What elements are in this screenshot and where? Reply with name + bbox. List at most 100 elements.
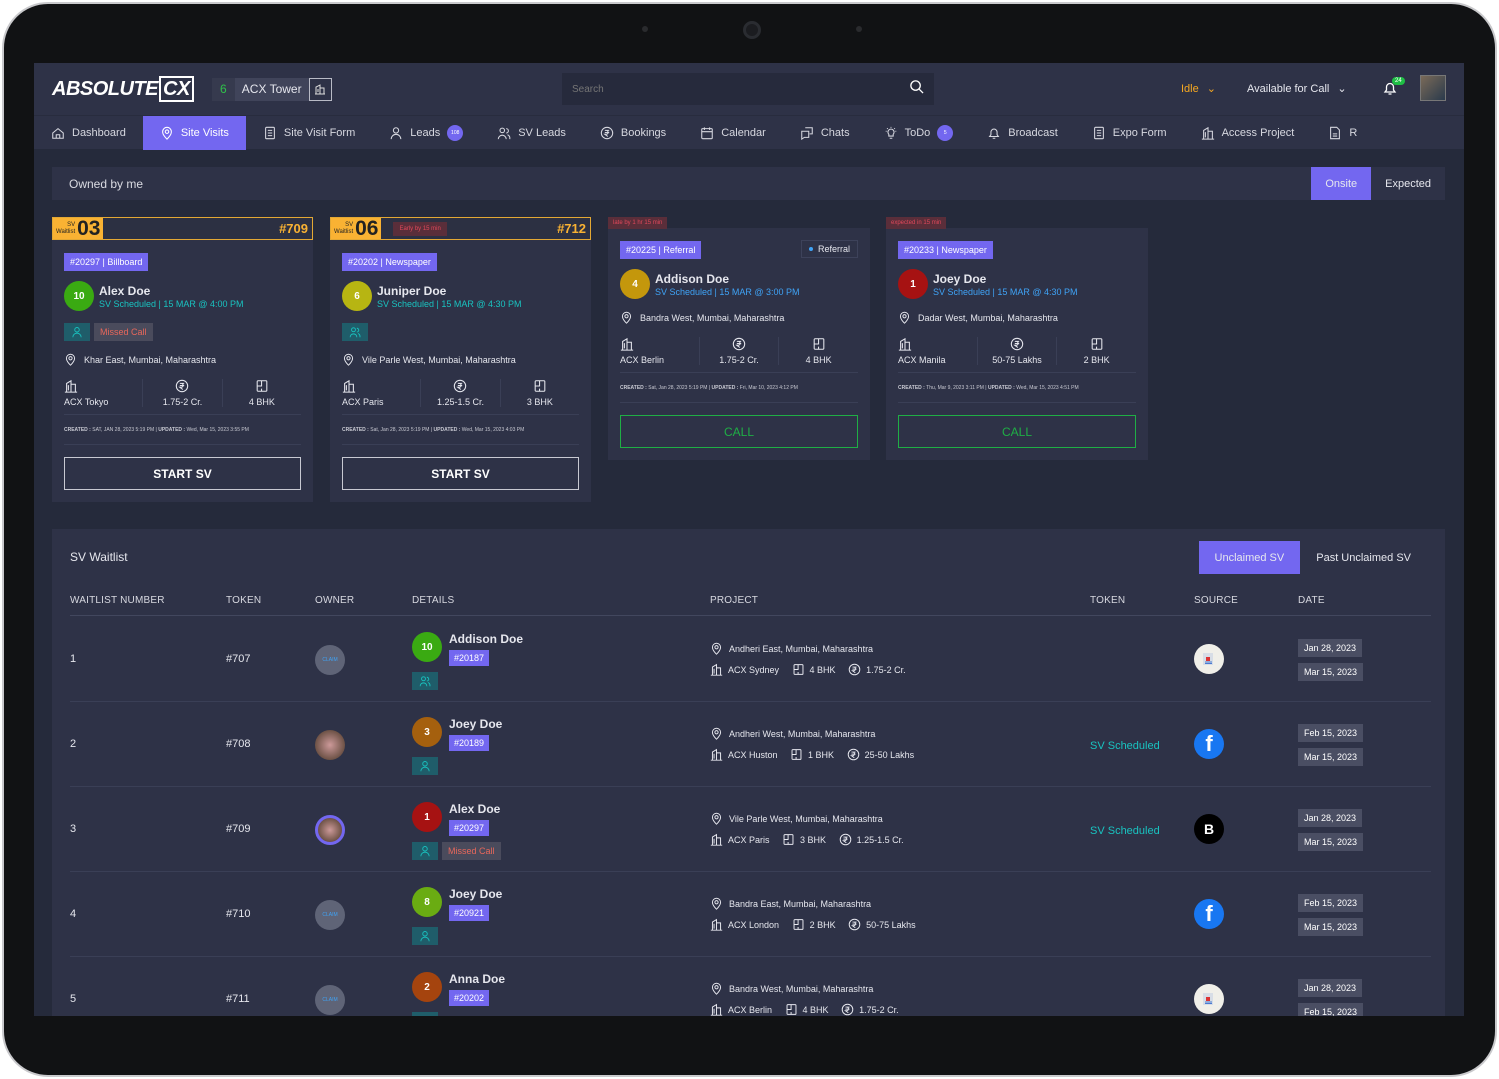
nav-leads[interactable]: Leads 108 <box>372 116 480 150</box>
search-icon[interactable] <box>909 79 924 99</box>
table-row[interactable]: 3 #709 1 Alex Doe #20297 Missed Call Vile Parl… <box>70 787 1431 872</box>
table-row[interactable]: 4 #710 CLAIM 8 Joey Doe #20921 Bandra East, Mu… <box>70 872 1431 957</box>
lead-type-chip <box>412 842 438 860</box>
rupee-icon <box>847 748 860 761</box>
table-row[interactable]: 2 #708 3 Joey Doe #20189 Andheri West, Mumbai… <box>70 702 1431 787</box>
tab-onsite[interactable]: Onsite <box>1311 167 1372 200</box>
lead-id-tag: #20202 <box>449 990 490 1006</box>
rupee-icon <box>848 918 861 931</box>
lead-name[interactable]: Joey Doe <box>449 717 502 731</box>
lead-id-tag: #20921 <box>449 905 490 921</box>
budget: 50-75 Lakhs <box>992 355 1042 365</box>
nav-r[interactable]: R <box>1311 116 1374 150</box>
nav-calendar[interactable]: Calendar <box>683 116 783 150</box>
logo[interactable]: ABSOLUTE CX <box>52 75 194 102</box>
building-icon[interactable] <box>308 77 332 101</box>
floorplan-icon <box>1090 337 1104 351</box>
location-pin-icon <box>160 126 174 140</box>
tab-expected[interactable]: Expected <box>1371 167 1445 200</box>
location-text: Vile Parle West, Mumbai, Maharashtra <box>729 813 883 824</box>
timestamps: CREATED : Thu, Mar 9, 2023 3:11 PM | UPD… <box>898 385 1136 403</box>
project-selector[interactable]: 6 ACX Tower <box>211 77 332 101</box>
building-icon <box>710 918 723 931</box>
col-source: SOURCE <box>1194 595 1238 606</box>
location-pin-icon <box>710 727 723 740</box>
nav-label: Access Project <box>1221 126 1295 139</box>
nav-expo-form[interactable]: Expo Form <box>1075 116 1184 150</box>
created-date: Jan 28, 2023 <box>1298 979 1363 997</box>
notifications-button[interactable]: 24 <box>1382 77 1405 100</box>
rupee-icon <box>848 663 861 676</box>
start-sv-button[interactable]: START SV <box>64 457 301 490</box>
file-icon <box>1328 126 1342 140</box>
lead-name[interactable]: Alex Doe <box>449 802 500 816</box>
configuration: 4 BHK <box>248 397 275 407</box>
lead-name[interactable]: Joey Doe <box>933 272 1078 286</box>
call-availability-dropdown[interactable]: Available for Call ⌄ <box>1247 82 1347 96</box>
owner-avatar <box>315 815 345 845</box>
rupee-icon <box>453 379 467 393</box>
rupee-icon <box>600 126 614 140</box>
location-pin-icon <box>710 982 723 995</box>
agent-status-label: Idle <box>1181 82 1199 95</box>
nav-broadcast[interactable]: Broadcast <box>970 116 1075 150</box>
building-icon <box>64 379 78 393</box>
nav-access-project[interactable]: Access Project <box>1184 116 1312 150</box>
card-header: SV Waitlist 03 #709 <box>52 217 313 240</box>
table-row[interactable]: 1 #707 CLAIM 10 Addison Doe #20187 Andheri Eas… <box>70 617 1431 702</box>
user-avatar[interactable] <box>1420 75 1446 101</box>
location-pin-icon <box>64 353 77 366</box>
agent-status-dropdown[interactable]: Idle ⌄ <box>1181 82 1216 96</box>
table-row[interactable]: 5 #711 CLAIM 2 Anna Doe #20202 Bandra West, Mu… <box>70 957 1431 1016</box>
chevron-down-icon: ⌄ <box>1206 83 1216 95</box>
updated-date: Feb 15, 2023 <box>1298 1003 1364 1016</box>
timestamps: CREATED : Sat, Jan 28, 2023 5:19 PM | UP… <box>342 427 579 445</box>
bell-icon <box>987 126 1001 140</box>
budget: 1.75-2 Cr. <box>859 1004 899 1015</box>
tab-past-unclaimed-sv[interactable]: Past Unclaimed SV <box>1300 541 1427 574</box>
nav-sv-leads[interactable]: SV Leads <box>480 116 583 150</box>
location-text: Bandra West, Mumbai, Maharashtra <box>640 312 785 323</box>
logo-box: CX <box>159 75 194 102</box>
owned-by-me-bar: Owned by me Onsite Expected <box>52 167 1445 200</box>
nav-dashboard[interactable]: Dashboard <box>34 116 143 150</box>
lead-name[interactable]: Joey Doe <box>449 887 502 901</box>
nav-bookings[interactable]: Bookings <box>583 116 683 150</box>
lead-name[interactable]: Alex Doe <box>99 284 244 298</box>
lead-name[interactable]: Addison Doe <box>449 632 523 646</box>
lead-name[interactable]: Juniper Doe <box>377 284 522 298</box>
nav-label: Bookings <box>620 126 667 139</box>
rupee-icon <box>175 379 189 393</box>
floorplan-icon <box>792 663 805 676</box>
location-text: Bandra East, Mumbai, Maharashtra <box>729 898 872 909</box>
created-label: CREATED : <box>342 427 369 433</box>
lead-source-tag: #20233 | Newspaper <box>898 241 993 259</box>
call-button[interactable]: CALL <box>898 415 1136 448</box>
updated-value: Wed, Mar 15, 2023 3:55 PM <box>186 427 249 433</box>
nav-badge: 5 <box>937 124 954 141</box>
start-sv-button[interactable]: START SV <box>342 457 579 490</box>
created-label: CREATED : <box>620 385 647 391</box>
building-icon <box>710 833 723 846</box>
location-text: Khar East, Mumbai, Maharashtra <box>84 354 217 365</box>
nav-chats[interactable]: Chats <box>783 116 867 150</box>
tab-unclaimed-sv[interactable]: Unclaimed SV <box>1198 541 1301 574</box>
nav-site-visits[interactable]: Site Visits <box>142 115 246 150</box>
lead-name[interactable]: Anna Doe <box>449 972 505 986</box>
waitlist-title: SV Waitlist <box>70 550 128 564</box>
project-name: ACX Tokyo <box>64 397 109 407</box>
claim-button[interactable]: CLAIM <box>315 645 345 675</box>
col-project: PROJECT <box>710 595 759 606</box>
project-name: ACX London <box>728 919 780 930</box>
nav-label: R <box>1349 126 1358 139</box>
search-input[interactable] <box>572 83 872 95</box>
claim-button[interactable]: CLAIM <box>315 900 345 930</box>
call-button[interactable]: CALL <box>620 415 858 448</box>
nav-todo[interactable]: ToDo 5 <box>867 116 971 150</box>
waitlist-label: Waitlist <box>334 228 354 235</box>
lead-name[interactable]: Addison Doe <box>655 272 800 286</box>
col-owner: OWNER <box>315 595 355 606</box>
app-screen: ABSOLUTECX 6 ACX Tower Idle ⌄ Available f… <box>34 63 1464 1016</box>
nav-site-visit-form[interactable]: Site Visit Form <box>246 116 372 150</box>
claim-button[interactable]: CLAIM <box>315 985 345 1015</box>
